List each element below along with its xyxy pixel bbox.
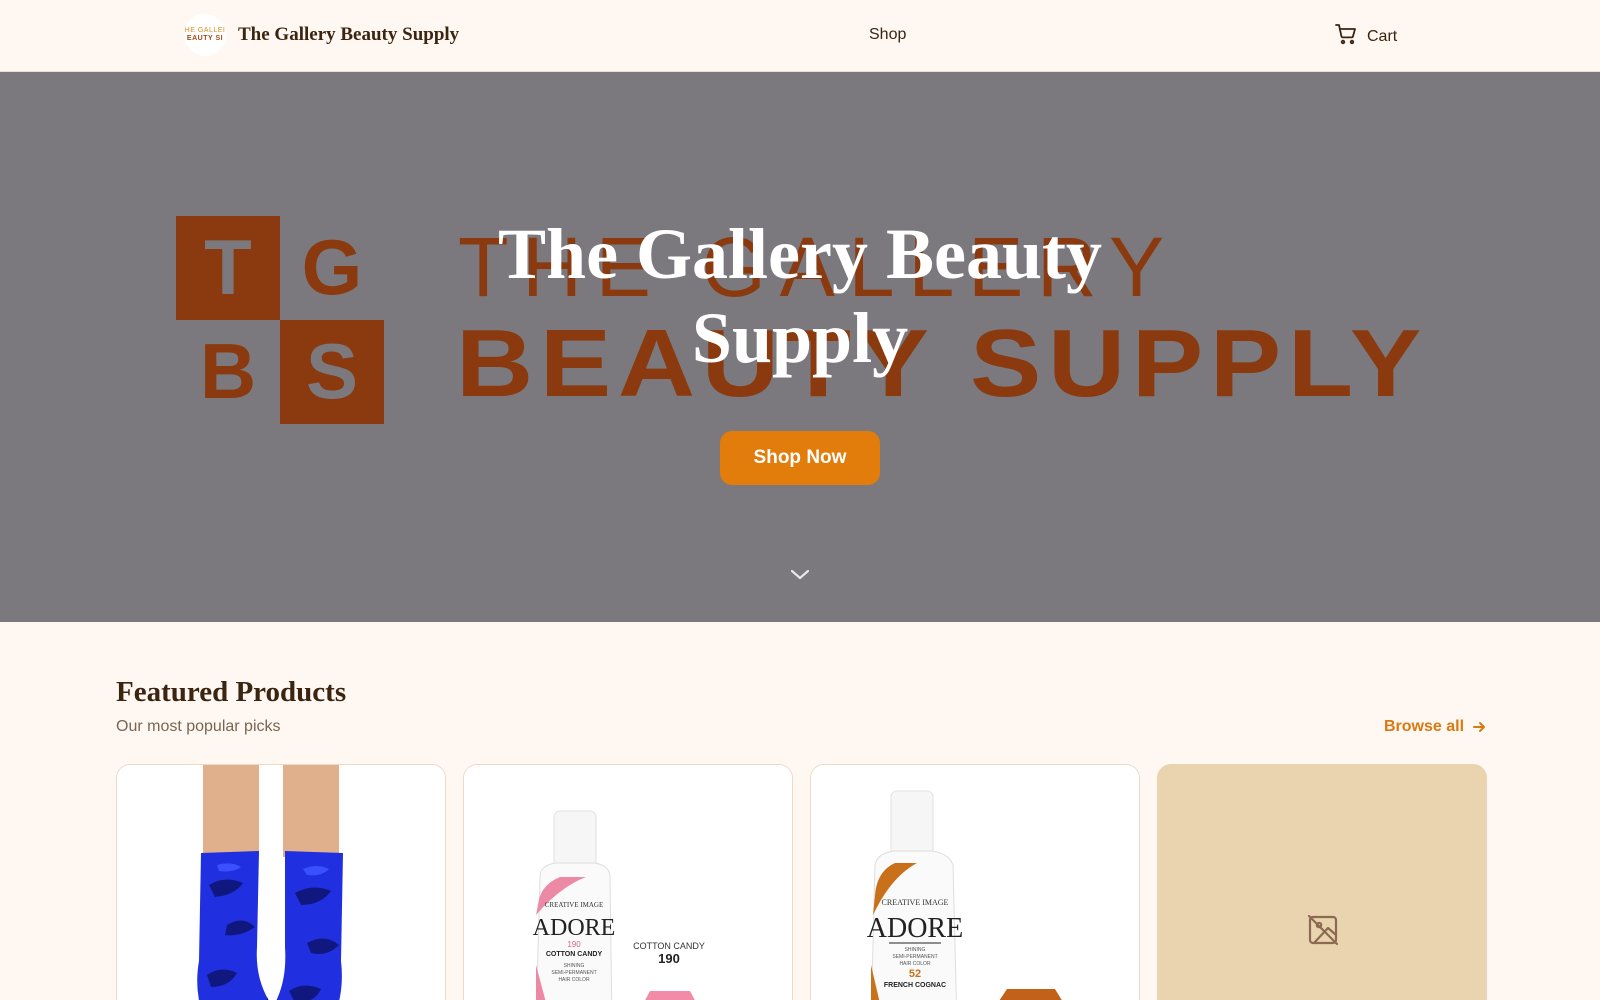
shop-now-button[interactable]: Shop Now: [720, 431, 880, 485]
cart-button[interactable]: Cart: [1334, 22, 1397, 51]
bottle-shade-name: COTTON CANDY: [546, 951, 603, 958]
bottle-brand-text: ADORE: [867, 913, 963, 944]
product-image-adore-cotton-candy: CREATIVE IMAGE ADORE 190 COTTON CANDY SH…: [464, 765, 792, 1000]
bottle-shade-number: 190: [567, 940, 581, 949]
swatch-number: 190: [658, 951, 680, 966]
bottle-desc-1: SHINING: [564, 963, 585, 969]
bottle-desc-1: SHINING: [905, 947, 926, 953]
hero-title: The Gallery Beauty Supply: [498, 214, 1102, 378]
product-image-blue-socks: [117, 765, 445, 1000]
bottle-shade-name: FRENCH COGNAC: [884, 982, 946, 989]
featured-products-subtitle: Our most popular picks: [116, 718, 281, 735]
nav-shop-link[interactable]: Shop: [869, 26, 906, 44]
brand-logo-text-line2: EAUTY SI: [186, 35, 224, 42]
bottle-maker-text: CREATIVE IMAGE: [882, 898, 949, 907]
cart-label: Cart: [1367, 27, 1398, 45]
featured-products-title: Featured Products: [116, 676, 347, 708]
bottle-shade-number: 52: [909, 968, 921, 980]
bottle-desc-2: SEMI-PERMANENT: [892, 954, 937, 960]
cart-icon: [1334, 22, 1358, 51]
bottle-maker-text: CREATIVE IMAGE: [545, 901, 604, 909]
bottle-brand-text: ADORE: [533, 915, 616, 941]
brand-logo-text-line1: HE GALLEI: [184, 27, 226, 34]
bottle-desc-3: HAIR COLOR: [899, 961, 931, 967]
product-image-adore-french-cognac: CREATIVE IMAGE ADORE SHINING SEMI-PERMAN…: [811, 765, 1139, 1000]
brand-name: The Gallery Beauty Supply: [238, 24, 460, 45]
site-header: HE GALLEI EAUTY SI The Gallery Beauty Su…: [0, 0, 1600, 72]
image-off-icon: [1307, 914, 1339, 946]
brand-home-link[interactable]: HE GALLEI EAUTY SI The Gallery Beauty Su…: [184, 14, 459, 56]
browse-all-link[interactable]: Browse all: [1384, 718, 1486, 736]
swatch-name: COTTON CANDY: [633, 941, 705, 951]
product-card[interactable]: CREATIVE IMAGE ADORE SHINING SEMI-PERMAN…: [810, 764, 1140, 1000]
brand-logo: HE GALLEI EAUTY SI: [184, 14, 226, 56]
bottle-desc-3: HAIR COLOR: [558, 977, 590, 983]
logo-letter-b: B: [200, 327, 256, 415]
bottle-desc-2: SEMI-PERMANENT: [551, 970, 596, 976]
product-card[interactable]: [1157, 764, 1487, 1000]
product-card[interactable]: CREATIVE IMAGE ADORE 190 COTTON CANDY SH…: [463, 764, 793, 1000]
logo-letter-s: S: [306, 327, 358, 415]
hero-banner: T G B S THE GALLERY BEAUTY SUPPLY The Ga…: [0, 72, 1600, 622]
product-card[interactable]: [116, 764, 446, 1000]
scroll-down-chevron-icon[interactable]: [789, 568, 811, 582]
browse-all-label: Browse all: [1384, 718, 1465, 735]
logo-letter-g: G: [302, 223, 363, 311]
arrow-right-icon: [1473, 722, 1486, 732]
logo-letter-t: T: [204, 223, 252, 311]
